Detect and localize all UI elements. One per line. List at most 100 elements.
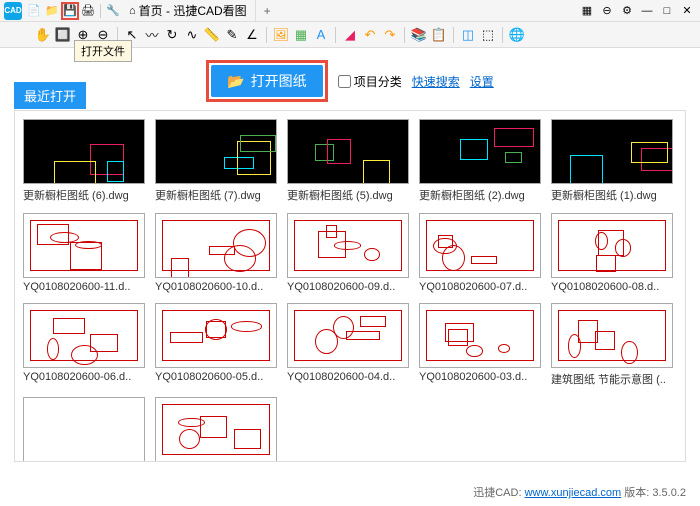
visual-style-icon[interactable]: ⬚ xyxy=(479,26,497,44)
file-thumbnail[interactable] xyxy=(419,213,541,278)
file-name: 更新橱柜图纸 (6).dwg xyxy=(23,187,145,203)
redo-icon[interactable]: ↷ xyxy=(381,26,399,44)
file-tile[interactable]: YQ0108020600-03.d.. xyxy=(419,303,541,387)
file-tile[interactable]: CAD施工图图纸.dwg xyxy=(23,397,145,462)
title-bar: CAD 📄 📁 💾 🖨 🔧 ⌂ 首页 - 迅捷CAD看图 + ▦ ⊖ ⚙ — □… xyxy=(0,0,700,22)
file-tile[interactable]: YQ0108020600-04.d.. xyxy=(287,303,409,387)
file-name: 更新橱柜图纸 (1).dwg xyxy=(551,187,673,203)
category-label: 项目分类 xyxy=(354,73,402,90)
angle-icon[interactable]: ∠ xyxy=(243,26,261,44)
file-tile[interactable]: 实体6.dwg xyxy=(155,397,277,462)
file-thumbnail[interactable] xyxy=(419,119,541,184)
file-tile[interactable]: 更新橱柜图纸 (6).dwg xyxy=(23,119,145,203)
rotate-icon[interactable]: ↻ xyxy=(163,26,181,44)
file-tile[interactable]: YQ0108020600-10.d.. xyxy=(155,213,277,293)
zoom-window-icon[interactable]: 🔲 xyxy=(54,26,72,44)
pan-tool-icon[interactable]: ✋ xyxy=(34,26,52,44)
app-menu-icon[interactable]: ▦ xyxy=(578,3,596,19)
quick-search-link[interactable]: 快速搜索 xyxy=(412,73,460,90)
undo-icon[interactable]: ↶ xyxy=(361,26,379,44)
text-icon[interactable]: A xyxy=(312,26,330,44)
zoom-icon[interactable]: ⊖ xyxy=(598,3,616,19)
file-thumbnail[interactable] xyxy=(23,303,145,368)
globe-icon[interactable]: 🌐 xyxy=(508,26,526,44)
file-tile[interactable]: 更新橱柜图纸 (5).dwg xyxy=(287,119,409,203)
file-thumbnail[interactable] xyxy=(23,397,145,462)
file-name: YQ0108020600-06.d.. xyxy=(23,371,145,383)
file-thumbnail[interactable] xyxy=(551,213,673,278)
file-tile[interactable]: 更新橱柜图纸 (1).dwg xyxy=(551,119,673,203)
file-thumbnail[interactable] xyxy=(155,213,277,278)
home-icon: ⌂ xyxy=(129,5,136,17)
file-name: 更新橱柜图纸 (7).dwg xyxy=(155,187,277,203)
layers-icon[interactable]: 📚 xyxy=(410,26,428,44)
properties-icon[interactable]: 📋 xyxy=(430,26,448,44)
category-checkbox-input[interactable] xyxy=(338,75,351,88)
file-name: YQ0108020600-04.d.. xyxy=(287,371,409,383)
file-thumbnail[interactable] xyxy=(155,397,277,462)
maximize-button[interactable]: □ xyxy=(658,3,676,19)
measure-icon[interactable]: 📏 xyxy=(203,26,221,44)
file-thumbnail[interactable] xyxy=(287,119,409,184)
project-category-checkbox[interactable]: 项目分类 xyxy=(338,73,402,90)
file-thumbnail[interactable] xyxy=(23,213,145,278)
file-thumbnail[interactable] xyxy=(551,303,673,368)
open-drawing-highlight: 📂 打开图纸 xyxy=(206,60,327,102)
folder-icon: 📂 xyxy=(227,73,244,90)
file-thumbnail[interactable] xyxy=(551,119,673,184)
file-name: YQ0108020600-10.d.. xyxy=(155,281,277,293)
settings-link[interactable]: 设置 xyxy=(470,73,494,90)
curve-icon[interactable]: ∿ xyxy=(183,26,201,44)
footer: 迅捷CAD: www.xunjiecad.com 版本: 3.5.0.2 xyxy=(473,484,686,500)
open-file-icon[interactable]: 📁 xyxy=(44,3,60,19)
file-tile[interactable]: YQ0108020600-11.d.. xyxy=(23,213,145,293)
footer-version: 版本: 3.5.0.2 xyxy=(624,487,686,499)
recent-files-panel: 更新橱柜图纸 (6).dwg 更新橱柜图纸 (7).dwg 更新橱柜图纸 (5).d… xyxy=(14,110,686,462)
file-tile[interactable]: YQ0108020600-08.d.. xyxy=(551,213,673,293)
print-icon[interactable]: 🖨 xyxy=(80,3,96,19)
new-tab-button[interactable]: + xyxy=(256,4,279,18)
open-drawing-label: 打开图纸 xyxy=(251,71,307,91)
file-thumbnail[interactable] xyxy=(287,213,409,278)
file-tile[interactable]: YQ0108020600-06.d.. xyxy=(23,303,145,387)
open-file-tooltip: 打开文件 xyxy=(74,40,132,62)
tool-icon[interactable]: 🔧 xyxy=(105,3,121,19)
file-tile[interactable]: 更新橱柜图纸 (2).dwg xyxy=(419,119,541,203)
file-tile[interactable]: YQ0108020600-07.d.. xyxy=(419,213,541,293)
new-file-icon[interactable]: 📄 xyxy=(26,3,42,19)
file-tile[interactable]: YQ0108020600-09.d.. xyxy=(287,213,409,293)
edit-icon[interactable]: ✎ xyxy=(223,26,241,44)
cube-icon[interactable]: ◫ xyxy=(459,26,477,44)
save-icon[interactable]: 💾 xyxy=(62,3,78,19)
file-name: YQ0108020600-07.d.. xyxy=(419,281,541,293)
file-thumbnail[interactable] xyxy=(419,303,541,368)
freehand-icon[interactable]: 〰 xyxy=(143,26,161,44)
file-tile[interactable]: YQ0108020600-05.d.. xyxy=(155,303,277,387)
file-name: YQ0108020600-09.d.. xyxy=(287,281,409,293)
open-drawing-button[interactable]: 📂 打开图纸 xyxy=(211,65,322,97)
eraser-icon[interactable]: ◢ xyxy=(341,26,359,44)
file-name: 建筑图纸 节能示意图 (.. xyxy=(551,371,673,387)
file-thumbnail[interactable] xyxy=(155,303,277,368)
close-button[interactable]: ✕ xyxy=(678,3,696,19)
file-thumbnail[interactable] xyxy=(155,119,277,184)
file-tile[interactable]: 更新橱柜图纸 (7).dwg xyxy=(155,119,277,203)
file-thumbnail[interactable] xyxy=(287,303,409,368)
minimize-button[interactable]: — xyxy=(638,3,656,19)
file-tile[interactable]: 建筑图纸 节能示意图 (.. xyxy=(551,303,673,387)
file-name: 更新橱柜图纸 (2).dwg xyxy=(419,187,541,203)
layer-icon[interactable]: ▦ xyxy=(292,26,310,44)
file-name: 更新橱柜图纸 (5).dwg xyxy=(287,187,409,203)
settings-icon[interactable]: ⚙ xyxy=(618,3,636,19)
file-name: YQ0108020600-05.d.. xyxy=(155,371,277,383)
file-name: YQ0108020600-11.d.. xyxy=(23,281,145,293)
tab-title: 首页 - 迅捷CAD看图 xyxy=(139,2,247,19)
home-tab[interactable]: ⌂ 首页 - 迅捷CAD看图 xyxy=(121,0,256,21)
file-thumbnail[interactable] xyxy=(23,119,145,184)
image-icon[interactable]: 🖼 xyxy=(272,26,290,44)
footer-brand: 迅捷CAD: xyxy=(473,487,521,499)
footer-link[interactable]: www.xunjiecad.com xyxy=(525,487,622,499)
file-name: YQ0108020600-08.d.. xyxy=(551,281,673,293)
file-grid: 更新橱柜图纸 (6).dwg 更新橱柜图纸 (7).dwg 更新橱柜图纸 (5).d… xyxy=(23,119,677,462)
recent-open-badge: 最近打开 xyxy=(14,82,86,109)
